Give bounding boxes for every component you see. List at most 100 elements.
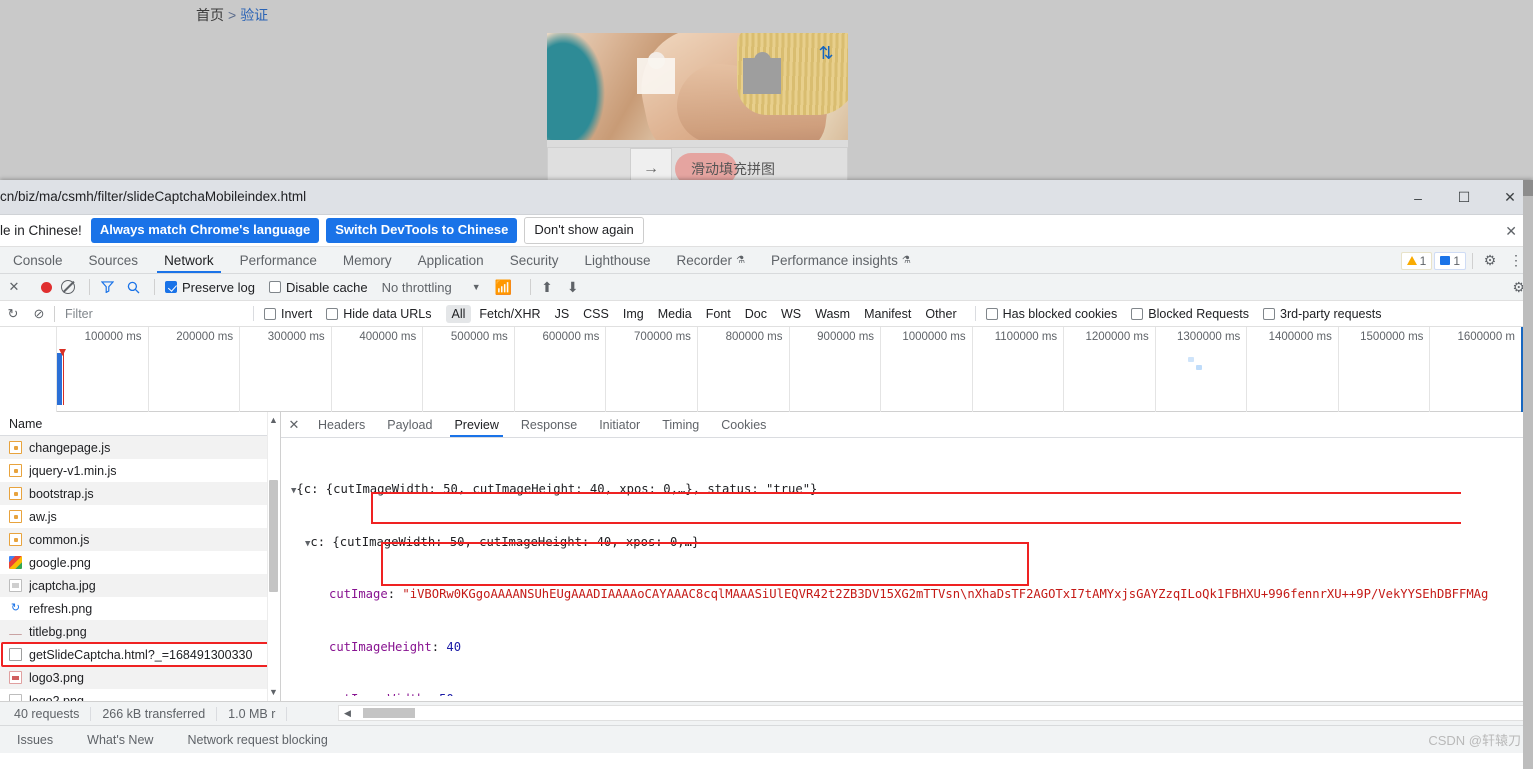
scroll-up-icon[interactable]: ▲ xyxy=(269,415,278,425)
request-row[interactable]: changepage.js xyxy=(0,436,280,459)
network-timeline-overview[interactable]: 100000 ms 200000 ms 300000 ms 400000 ms 5000… xyxy=(0,327,1533,412)
json-line-root[interactable]: ▼{c: {cutImageWidth: 50, cutImageHeight:… xyxy=(291,481,1533,499)
filter-type-ws[interactable]: WS xyxy=(775,305,807,323)
breadcrumb-current[interactable]: 验证 xyxy=(240,7,268,23)
devtools-titlebar: cn/biz/ma/csmh/filter/slideCaptchaMobile… xyxy=(0,180,1533,215)
horizontal-scrollbar[interactable]: ◀ xyxy=(338,705,1533,721)
tab-console[interactable]: Console xyxy=(0,247,76,273)
always-match-language-button[interactable]: Always match Chrome's language xyxy=(90,218,320,243)
json-line-c[interactable]: ▼c: {cutImageWidth: 50, cutImageHeight: … xyxy=(291,534,1533,552)
tab-security[interactable]: Security xyxy=(497,247,572,273)
scroll-down-icon[interactable]: ▼ xyxy=(269,687,278,697)
import-har-button[interactable]: ⬆ xyxy=(541,279,553,296)
dont-show-again-button[interactable]: Don't show again xyxy=(524,217,644,244)
detail-close-icon[interactable]: ✕ xyxy=(281,412,307,437)
request-row[interactable]: aw.js xyxy=(0,505,280,528)
captcha-puzzle-piece[interactable] xyxy=(637,52,675,94)
request-rows: changepage.js jquery-v1.min.js bootstrap.j… xyxy=(0,436,280,701)
minimize-icon[interactable]: – xyxy=(1395,180,1441,215)
refresh-icon[interactable]: ⇅ xyxy=(816,43,836,63)
slide-captcha-widget[interactable]: ⇅ → 滑动填充拼图 xyxy=(547,33,848,191)
hide-data-urls-checkbox[interactable]: Hide data URLs xyxy=(326,307,432,321)
clear-filters-icon[interactable]: ⊘ xyxy=(26,306,52,322)
tab-recorder[interactable]: Recorder ⚗ xyxy=(664,247,759,273)
filter-input[interactable] xyxy=(63,305,243,322)
network-conditions-button[interactable]: 📶 xyxy=(495,279,512,296)
message-badge[interactable]: 1 xyxy=(1434,251,1466,270)
request-row[interactable]: jquery-v1.min.js xyxy=(0,459,280,482)
preview-json-viewer[interactable]: ▼{c: {cutImageWidth: 50, cutImageHeight:… xyxy=(281,438,1533,696)
export-har-button[interactable]: ⬇ xyxy=(567,279,579,296)
request-row[interactable]: ↻ refresh.png xyxy=(0,597,280,620)
tab-performance-insights[interactable]: Performance insights ⚗ xyxy=(758,247,924,273)
detail-tab-timing[interactable]: Timing xyxy=(651,412,710,437)
scroll-left-icon[interactable]: ◀ xyxy=(344,708,351,719)
warning-badge[interactable]: 1 xyxy=(1400,251,1433,270)
tab-network[interactable]: Network xyxy=(151,247,227,273)
request-row[interactable]: logo2.png xyxy=(0,689,280,701)
record-button[interactable] xyxy=(41,281,52,293)
request-list-header[interactable]: Name xyxy=(0,412,280,436)
detail-tab-cookies[interactable]: Cookies xyxy=(710,412,777,437)
detail-tab-preview[interactable]: Preview xyxy=(443,412,509,437)
banner-close-icon[interactable]: ✕ xyxy=(1505,223,1517,240)
detail-tab-label: Initiator xyxy=(599,417,641,432)
filter-type-js[interactable]: JS xyxy=(549,305,576,323)
timeline-tick: 400000 ms xyxy=(330,327,423,412)
tab-lighthouse[interactable]: Lighthouse xyxy=(571,247,663,273)
maximize-icon[interactable]: ☐ xyxy=(1441,180,1487,215)
blocked-requests-checkbox[interactable]: Blocked Requests xyxy=(1131,307,1249,321)
third-party-requests-checkbox[interactable]: 3rd-party requests xyxy=(1263,307,1381,321)
search-button[interactable] xyxy=(120,281,146,294)
filter-type-img[interactable]: Img xyxy=(617,305,650,323)
switch-devtools-language-button[interactable]: Switch DevTools to Chinese xyxy=(326,218,518,243)
filter-type-font[interactable]: Font xyxy=(700,305,737,323)
request-row[interactable]: getSlideCaptcha.html?_=168491300330 xyxy=(0,643,280,666)
drawer-tab-what-s-new[interactable]: What's New xyxy=(70,733,170,747)
drawer-tab-issues[interactable]: Issues xyxy=(0,733,70,747)
tab-performance[interactable]: Performance xyxy=(227,247,330,273)
horizontal-scrollbar-thumb[interactable] xyxy=(363,708,415,718)
request-row[interactable]: google.png xyxy=(0,551,280,574)
window-controls: – ☐ ✕ xyxy=(1395,180,1533,215)
filter-type-doc[interactable]: Doc xyxy=(739,305,773,323)
detail-tab-payload[interactable]: Payload xyxy=(376,412,443,437)
clear-button[interactable] xyxy=(61,280,75,294)
divider xyxy=(154,279,155,295)
tab-application[interactable]: Application xyxy=(405,247,497,273)
has-blocked-cookies-checkbox[interactable]: Has blocked cookies xyxy=(985,307,1117,321)
filter-type-css[interactable]: CSS xyxy=(577,305,615,323)
timeline-tick: 1400000 ms xyxy=(1246,327,1338,412)
settings-gear-icon[interactable]: ⚙ xyxy=(1477,247,1503,274)
tab-memory[interactable]: Memory xyxy=(330,247,405,273)
filter-button[interactable] xyxy=(94,281,120,293)
tab-sources[interactable]: Sources xyxy=(76,247,152,273)
filter-type-manifest[interactable]: Manifest xyxy=(858,305,917,323)
detail-tab-initiator[interactable]: Initiator xyxy=(588,412,651,437)
scrollbar-thumb[interactable] xyxy=(269,480,278,592)
timeline-tick: 1600000 m xyxy=(1429,327,1521,412)
disable-cache-checkbox[interactable]: Disable cache xyxy=(268,280,368,295)
invert-checkbox[interactable]: Invert xyxy=(264,307,312,321)
transferred-size: 266 kB transferred xyxy=(91,706,218,721)
breadcrumb-home[interactable]: 首页 xyxy=(196,7,224,23)
detail-tab-response[interactable]: Response xyxy=(510,412,588,437)
request-row[interactable]: bootstrap.js xyxy=(0,482,280,505)
request-row[interactable]: logo3.png xyxy=(0,666,280,689)
csdn-watermark: CSDN @轩辕刀 xyxy=(1428,733,1521,748)
panel-close-icon[interactable]: ✕ xyxy=(0,279,28,295)
drawer-tab-network-request-blocking[interactable]: Network request blocking xyxy=(170,733,344,747)
preserve-log-checkbox[interactable]: Preserve log xyxy=(165,280,255,295)
request-row[interactable]: jcaptcha.jpg xyxy=(0,574,280,597)
filter-type-all[interactable]: All xyxy=(445,304,472,323)
reload-icon[interactable]: ↻ xyxy=(0,306,26,322)
filter-type-fetch-xhr[interactable]: Fetch/XHR xyxy=(473,305,546,323)
request-list-scrollbar[interactable]: ▲ ▼ xyxy=(267,412,280,701)
request-row[interactable]: titlebg.png xyxy=(0,620,280,643)
filter-type-wasm[interactable]: Wasm xyxy=(809,305,856,323)
detail-tab-headers[interactable]: Headers xyxy=(307,412,376,437)
throttling-select[interactable]: No throttling ▼ xyxy=(382,280,481,295)
filter-type-media[interactable]: Media xyxy=(652,305,698,323)
filter-type-other[interactable]: Other xyxy=(919,305,962,323)
request-row[interactable]: common.js xyxy=(0,528,280,551)
